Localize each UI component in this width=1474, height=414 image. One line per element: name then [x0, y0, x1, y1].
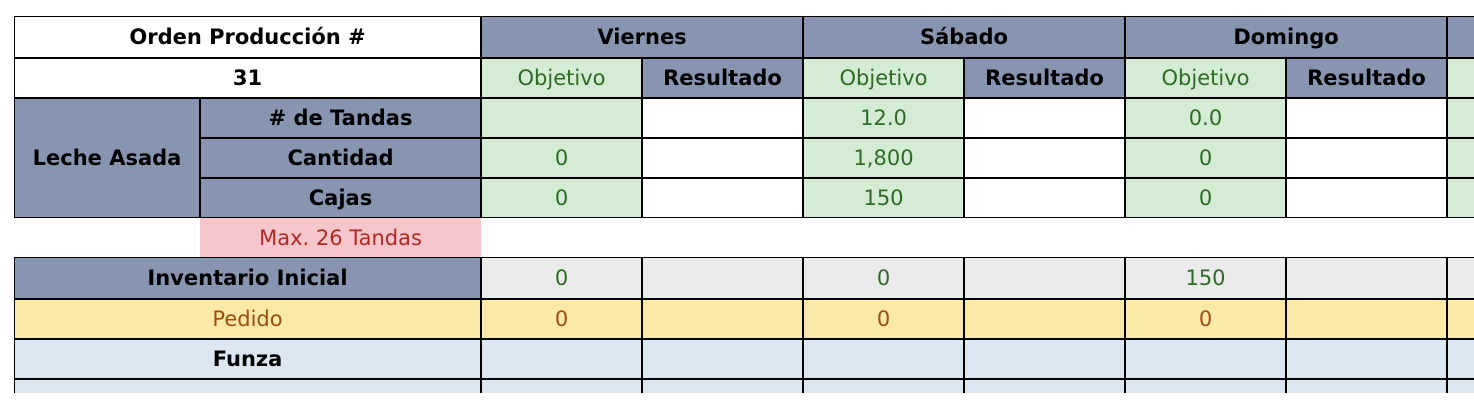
funza-resultado-sabado[interactable] [964, 339, 1125, 379]
pedido-resultado-viernes[interactable] [642, 299, 803, 339]
inventario-objetivo-sabado[interactable]: 0 [803, 257, 964, 299]
cantidad-objetivo-next[interactable] [1447, 138, 1474, 178]
pedido-label[interactable]: Pedido [14, 299, 481, 339]
resultado-header-sabado[interactable]: Resultado [964, 58, 1125, 98]
tandas-resultado-viernes[interactable] [642, 98, 803, 138]
inventario-inicial-label[interactable]: Inventario Inicial [14, 257, 481, 299]
tandas-resultado-domingo[interactable] [1286, 98, 1447, 138]
orden-produccion-value[interactable]: 31 [14, 58, 481, 98]
row-label-tandas[interactable]: # de Tandas [200, 98, 481, 138]
day-header-sabado[interactable]: Sábado [803, 16, 1125, 58]
cajas-objetivo-next[interactable] [1447, 178, 1474, 218]
funza-objetivo-sabado[interactable] [803, 339, 964, 379]
cantidad-objetivo-sabado[interactable]: 1,800 [803, 138, 964, 178]
cantidad-objetivo-domingo[interactable]: 0 [1125, 138, 1286, 178]
tandas-objetivo-domingo[interactable]: 0.0 [1125, 98, 1286, 138]
inventario-resultado-viernes[interactable] [642, 257, 803, 299]
tandas-resultado-sabado[interactable] [964, 98, 1125, 138]
funza-objetivo-viernes[interactable] [481, 339, 642, 379]
product-label[interactable]: Leche Asada [14, 98, 200, 218]
tandas-objetivo-viernes[interactable] [481, 98, 642, 138]
pedido-objetivo-viernes[interactable]: 0 [481, 299, 642, 339]
cantidad-resultado-domingo[interactable] [1286, 138, 1447, 178]
funza-resultado-viernes[interactable] [642, 339, 803, 379]
row-label-cajas[interactable]: Cajas [200, 178, 481, 218]
cajas-resultado-viernes[interactable] [642, 178, 803, 218]
pedido-resultado-sabado[interactable] [964, 299, 1125, 339]
cantidad-objetivo-viernes[interactable]: 0 [481, 138, 642, 178]
spreadsheet: Orden Producción # Viernes Sábado Doming… [0, 0, 1474, 414]
inventario-objetivo-viernes[interactable]: 0 [481, 257, 642, 299]
objetivo-header-sabado[interactable]: Objetivo [803, 58, 964, 98]
inventario-objetivo-next[interactable] [1447, 257, 1474, 299]
funza-label[interactable]: Funza [14, 339, 481, 379]
cajas-resultado-domingo[interactable] [1286, 178, 1447, 218]
max-tandas-note[interactable]: Max. 26 Tandas [200, 218, 481, 257]
resultado-header-domingo[interactable]: Resultado [1286, 58, 1447, 98]
inventario-resultado-sabado[interactable] [964, 257, 1125, 299]
objetivo-header-domingo[interactable]: Objetivo [1125, 58, 1286, 98]
day-header-viernes[interactable]: Viernes [481, 16, 803, 58]
inventario-resultado-domingo[interactable] [1286, 257, 1447, 299]
tandas-objetivo-next[interactable] [1447, 98, 1474, 138]
orden-produccion-label[interactable]: Orden Producción # [14, 16, 481, 58]
objetivo-header-viernes[interactable]: Objetivo [481, 58, 642, 98]
bottom-crop [0, 393, 1474, 414]
pedido-objetivo-domingo[interactable]: 0 [1125, 299, 1286, 339]
row-label-cantidad[interactable]: Cantidad [200, 138, 481, 178]
day-header-next[interactable] [1447, 16, 1474, 58]
cantidad-resultado-sabado[interactable] [964, 138, 1125, 178]
cajas-objetivo-viernes[interactable]: 0 [481, 178, 642, 218]
objetivo-header-next[interactable] [1447, 58, 1474, 98]
cajas-resultado-sabado[interactable] [964, 178, 1125, 218]
day-header-domingo[interactable]: Domingo [1125, 16, 1447, 58]
funza-objetivo-next[interactable] [1447, 339, 1474, 379]
funza-objetivo-domingo[interactable] [1125, 339, 1286, 379]
cajas-objetivo-sabado[interactable]: 150 [803, 178, 964, 218]
pedido-objetivo-sabado[interactable]: 0 [803, 299, 964, 339]
funza-resultado-domingo[interactable] [1286, 339, 1447, 379]
inventario-objetivo-domingo[interactable]: 150 [1125, 257, 1286, 299]
cajas-objetivo-domingo[interactable]: 0 [1125, 178, 1286, 218]
resultado-header-viernes[interactable]: Resultado [642, 58, 803, 98]
pedido-objetivo-next[interactable] [1447, 299, 1474, 339]
pedido-resultado-domingo[interactable] [1286, 299, 1447, 339]
cantidad-resultado-viernes[interactable] [642, 138, 803, 178]
tandas-objetivo-sabado[interactable]: 12.0 [803, 98, 964, 138]
